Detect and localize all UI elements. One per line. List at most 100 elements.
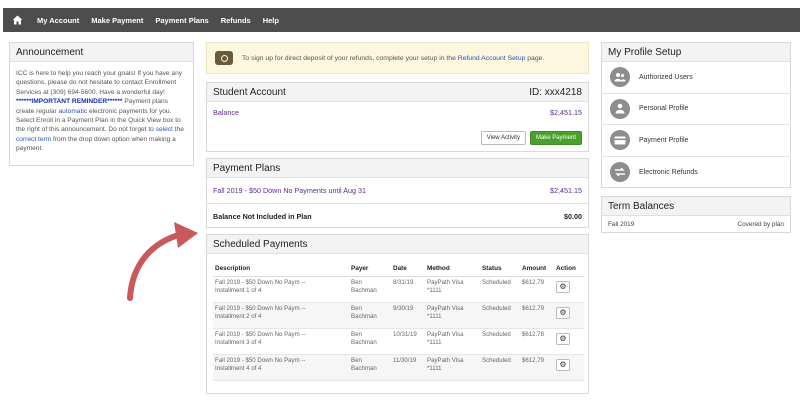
users-icon	[610, 67, 630, 88]
profile-setup-panel: My Profile Setup Authorized Users Person…	[601, 42, 791, 188]
payer-first: Ben	[351, 357, 362, 364]
row-status: Scheduled	[480, 328, 520, 355]
authorized-users-label: Authorized Users	[639, 73, 693, 81]
payer-first: Ben	[351, 331, 362, 338]
term-status: Covered by plan	[737, 220, 784, 228]
term-balances-panel: Term Balances Fall 2019 Covered by plan	[601, 196, 791, 233]
plan-link[interactable]: Fall 2019 - $50 Down No Payments until A…	[213, 186, 366, 195]
row-date: 9/30/19	[391, 302, 425, 329]
refund-banner: To sign up for direct deposit of your re…	[206, 42, 589, 74]
row-method: PayPath Visa *1111	[425, 328, 480, 355]
row-status: Scheduled	[480, 354, 520, 381]
row-payer: Ben Bachman	[349, 328, 391, 355]
row-action: ⚙	[554, 354, 584, 381]
desc-line-1: Fall 2019 - $50 Down No Paym --	[215, 279, 306, 286]
row-description: Fall 2019 - $50 Down No Paym -- Installme…	[213, 276, 349, 303]
payment-plans-title: Payment Plans	[207, 159, 588, 178]
payment-profile-label: Payment Profile	[639, 136, 689, 144]
payer-last: Bachman	[351, 287, 377, 294]
top-navbar: My Account Make Payment Payment Plans Re…	[3, 8, 800, 32]
row-action: ⚙	[554, 328, 584, 355]
nav-help[interactable]: Help	[257, 16, 285, 25]
not-included-row: Balance Not Included in Plan $0.00	[207, 204, 588, 228]
row-method: PayPath Visa *1111	[425, 354, 480, 381]
row-amount: $612.79	[520, 276, 554, 303]
term-name: Fall 2019	[608, 220, 635, 228]
term-row: Fall 2019 Covered by plan	[602, 216, 790, 232]
row-description: Fall 2019 - $50 Down No Paym -- Installme…	[213, 328, 349, 355]
desc-line-1: Fall 2019 - $50 Down No Paym --	[215, 357, 306, 364]
scheduled-payments-title: Scheduled Payments	[207, 235, 588, 254]
desc-line-2: Installment 1 of 4	[215, 287, 262, 294]
payer-first: Ben	[351, 305, 362, 312]
desc-line-2: Installment 3 of 4	[215, 339, 262, 346]
refund-account-setup-link[interactable]: Refund Account Setup	[458, 55, 526, 62]
row-date: 11/30/19	[391, 354, 425, 381]
authorized-users-item[interactable]: Authorized Users	[602, 62, 790, 94]
home-icon[interactable]	[3, 8, 31, 32]
plan-row: Fall 2019 - $50 Down No Payments until A…	[207, 178, 588, 204]
nav-payment-plans[interactable]: Payment Plans	[149, 16, 214, 25]
nav-my-account[interactable]: My Account	[31, 16, 85, 25]
student-account-header: Student Account ID: xxx4218	[207, 83, 588, 102]
gear-icon[interactable]: ⚙	[556, 333, 570, 345]
student-account-panel: Student Account ID: xxx4218 Balance $2,4…	[206, 82, 589, 152]
row-amount: $612.79	[520, 354, 554, 381]
scheduled-payments-table: Description Payer Date Method Status Amo…	[213, 262, 584, 381]
plan-value: $2,451.15	[550, 186, 582, 195]
balance-link[interactable]: Balance	[213, 108, 239, 117]
row-action: ⚙	[554, 302, 584, 329]
card-icon	[610, 130, 630, 151]
electronic-refunds-label: Electronic Refunds	[639, 168, 698, 176]
nav-refunds[interactable]: Refunds	[215, 16, 257, 25]
row-description: Fall 2019 - $50 Down No Paym -- Installme…	[213, 302, 349, 329]
balance-value: $2,451.15	[550, 107, 582, 117]
payment-plans-panel: Payment Plans Fall 2019 - $50 Down No Pa…	[206, 158, 589, 228]
person-icon	[610, 98, 630, 119]
student-id: ID: xxx4218	[529, 87, 582, 98]
payer-last: Bachman	[351, 365, 377, 372]
make-payment-button[interactable]: Make Payment	[529, 131, 582, 145]
row-action: ⚙	[554, 276, 584, 303]
row-status: Scheduled	[480, 276, 520, 303]
row-date: 8/31/19	[391, 276, 425, 303]
method-name: PayPath Visa	[427, 357, 464, 364]
gear-icon[interactable]: ⚙	[556, 307, 570, 319]
account-buttons: View Activity Make Payment	[480, 131, 582, 145]
row-amount: $612.79	[520, 302, 554, 329]
col-description: Description	[213, 262, 349, 277]
desc-line-1: Fall 2019 - $50 Down No Paym --	[215, 305, 306, 312]
annotation-arrow-icon	[127, 222, 198, 301]
row-method: PayPath Visa *1111	[425, 302, 480, 329]
announcement-body: ICC is here to help you reach your goals…	[10, 62, 193, 161]
gear-icon[interactable]: ⚙	[556, 359, 570, 371]
scheduled-payments-panel: Scheduled Payments Description Payer Dat…	[206, 234, 589, 394]
automatic-link[interactable]: automatic	[59, 108, 88, 115]
important-reminder: ******IMPORTANT REMINDER******	[16, 98, 123, 106]
view-activity-button[interactable]: View Activity	[480, 131, 526, 145]
nav-make-payment[interactable]: Make Payment	[85, 16, 149, 25]
gear-icon[interactable]: ⚙	[556, 281, 570, 293]
electronic-refunds-item[interactable]: Electronic Refunds	[602, 157, 790, 189]
personal-profile-item[interactable]: Personal Profile	[602, 94, 790, 125]
col-date: Date	[391, 262, 425, 277]
not-included-label: Balance Not Included in Plan	[213, 211, 312, 221]
announcement-title: Announcement	[10, 43, 193, 62]
table-row: Fall 2019 - $50 Down No Paym -- Installme…	[213, 328, 584, 355]
desc-line-2: Installment 4 of 4	[215, 365, 262, 372]
payment-profile-item[interactable]: Payment Profile	[602, 125, 790, 157]
col-method: Method	[425, 262, 480, 277]
balance-row: Balance $2,451.15	[207, 102, 588, 122]
method-last4: *1111	[427, 365, 442, 372]
banner-text: To sign up for direct deposit of your re…	[242, 55, 544, 62]
method-last4: *1111	[427, 339, 442, 346]
profile-setup-title: My Profile Setup	[602, 43, 790, 62]
method-last4: *1111	[427, 287, 442, 294]
money-icon	[215, 51, 233, 65]
method-name: PayPath Visa	[427, 279, 464, 286]
row-method: PayPath Visa *1111	[425, 276, 480, 303]
desc-line-1: Fall 2019 - $50 Down No Paym --	[215, 331, 306, 338]
row-payer: Ben Bachman	[349, 276, 391, 303]
banner-text-after: page.	[525, 54, 545, 62]
row-amount: $612.78	[520, 328, 554, 355]
